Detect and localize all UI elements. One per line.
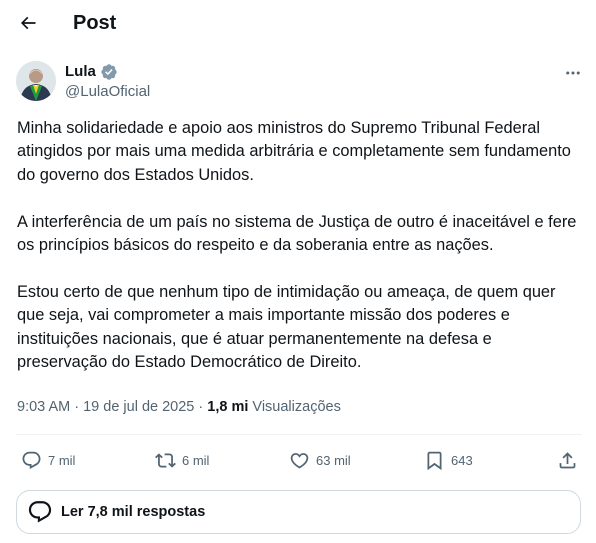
views-label: Visualizações <box>252 399 341 415</box>
more-horizontal-icon <box>566 71 580 75</box>
tweet-paragraph: Estou certo de que nenhum tipo de intimi… <box>17 282 556 372</box>
page-header: Post <box>0 0 596 46</box>
tweet-meta: 9:03 AM · 19 de jul de 2025 · 1,8 mi Vis… <box>17 397 341 417</box>
author-name-row[interactable]: Lula <box>65 62 118 82</box>
author-handle[interactable]: @LulaOficial <box>65 82 150 102</box>
tweet-date[interactable]: 19 de jul de 2025 <box>83 399 194 415</box>
tweet-paragraph: Minha solidariedade e apoio aos ministro… <box>17 119 571 184</box>
tweet-paragraph: A interferência de um país no sistema de… <box>17 212 577 255</box>
like-button[interactable]: 63 mil <box>289 447 351 473</box>
bookmark-count: 643 <box>451 452 473 468</box>
arrow-left-icon <box>20 16 36 30</box>
repost-button[interactable]: 6 mil <box>155 447 209 473</box>
bookmark-button[interactable]: 643 <box>424 447 473 473</box>
page-title: Post <box>73 12 117 34</box>
heart-icon <box>290 452 309 469</box>
repost-count: 6 mil <box>182 452 210 468</box>
views-count: 1,8 mi <box>207 399 249 415</box>
meta-separator: · <box>198 399 204 415</box>
verified-badge-icon <box>100 63 118 81</box>
share-icon <box>559 451 576 468</box>
repost-icon <box>155 452 176 468</box>
tweet-text: Minha solidariedade e apoio aos ministro… <box>17 117 583 374</box>
divider <box>16 434 582 435</box>
bookmark-icon <box>427 451 442 470</box>
back-button[interactable] <box>14 9 42 37</box>
share-button[interactable] <box>557 447 578 473</box>
more-options-button[interactable] <box>558 60 588 86</box>
avatar[interactable] <box>16 61 56 101</box>
read-replies-button[interactable]: Ler 7,8 mil respostas <box>16 490 581 534</box>
meta-separator: · <box>74 399 80 415</box>
reply-icon <box>22 451 41 469</box>
like-count: 63 mil <box>316 452 351 468</box>
speech-bubble-icon <box>27 499 53 525</box>
reply-count: 7 mil <box>48 452 76 468</box>
author-name[interactable]: Lula <box>65 62 96 82</box>
reply-button[interactable]: 7 mil <box>21 447 75 473</box>
tweet-time[interactable]: 9:03 AM <box>17 399 70 415</box>
avatar-image <box>16 61 56 101</box>
read-replies-label: Ler 7,8 mil respostas <box>61 504 206 520</box>
